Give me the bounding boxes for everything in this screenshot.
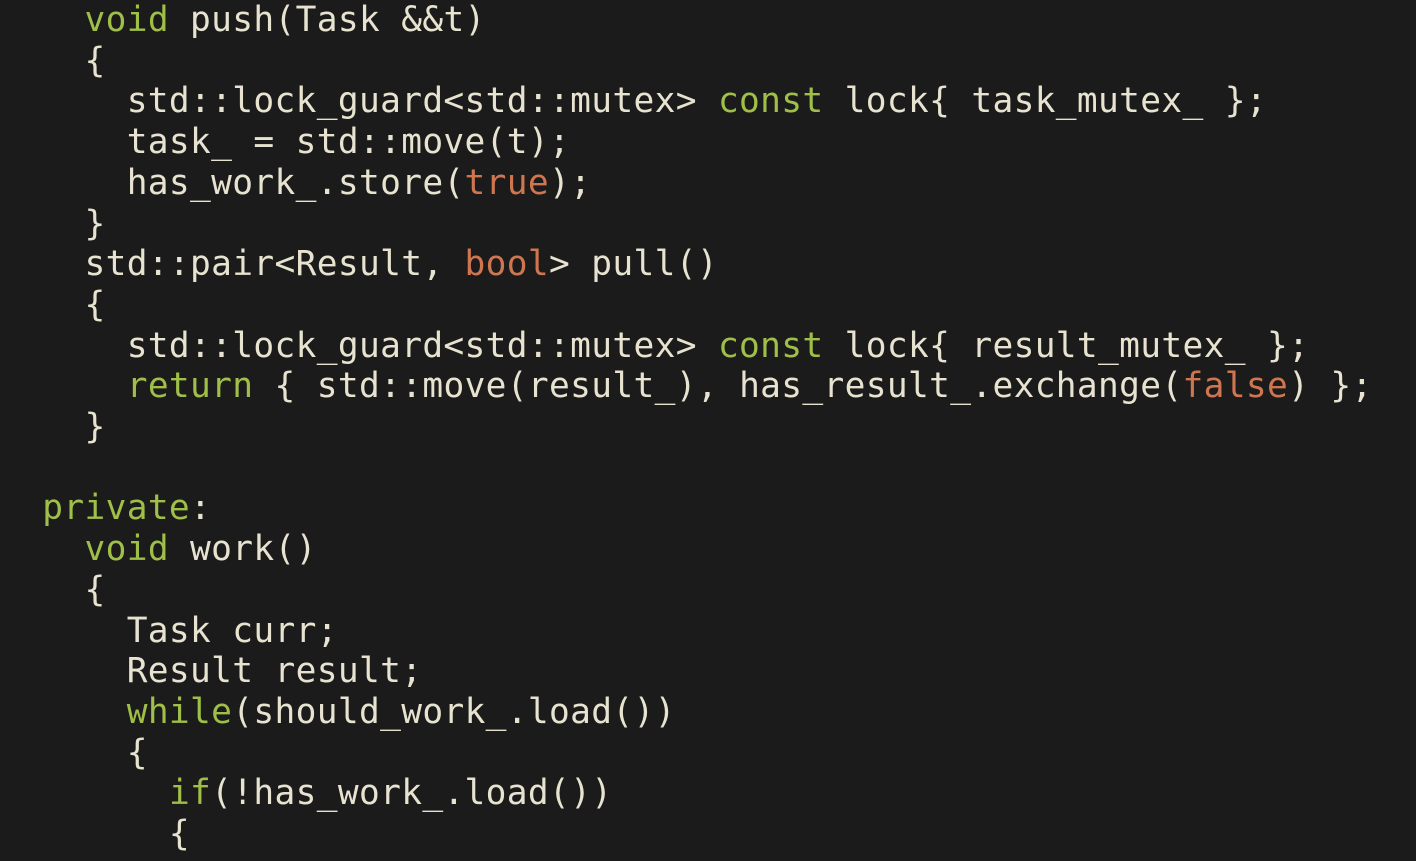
code-line: has_work_.store(true); (0, 163, 591, 203)
code-block: void push(Task &&t) { std::lock_guard<st… (0, 0, 1416, 855)
code-line: { (0, 733, 148, 773)
code-line: Result result; (0, 651, 422, 691)
code-line: { (0, 285, 106, 325)
code-line: } (0, 204, 106, 244)
code-line: std::lock_guard<std::mutex> const lock{ … (0, 81, 1267, 121)
code-line: task_ = std::move(t); (0, 122, 570, 162)
code-line: { (0, 570, 106, 610)
code-line: while(should_work_.load()) (0, 692, 676, 732)
code-line: private: (0, 488, 211, 528)
code-line: void work() (0, 529, 317, 569)
code-line: } (0, 407, 106, 447)
code-line: Task curr; (0, 611, 338, 651)
code-line: { (0, 41, 106, 81)
code-line: { (0, 814, 190, 854)
code-line: return { std::move(result_), has_result_… (0, 366, 1373, 406)
code-line: std::lock_guard<std::mutex> const lock{ … (0, 326, 1309, 366)
code-line: std::pair<Result, bool> pull() (0, 244, 718, 284)
code-line: if(!has_work_.load()) (0, 773, 612, 813)
code-line: void push(Task &&t) (0, 0, 486, 40)
